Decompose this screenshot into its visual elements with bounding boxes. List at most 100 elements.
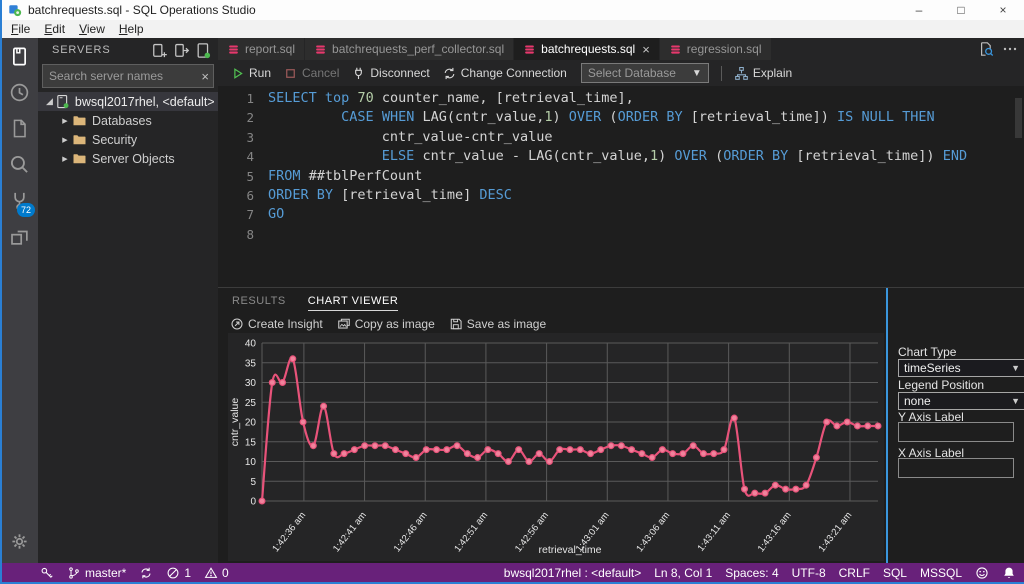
chart-data-point <box>413 455 419 461</box>
editor-scrollbar[interactable] <box>1015 98 1022 138</box>
status-label: Ln 8, Col 1 <box>654 566 712 580</box>
chart-data-point <box>608 443 614 449</box>
expand-icon[interactable]: ▶ <box>60 155 70 163</box>
menu-help[interactable]: Help <box>112 22 151 36</box>
activity-task-history-icon[interactable] <box>0 74 38 110</box>
status-warning-icon[interactable]: 0 <box>204 566 229 580</box>
status-key-icon[interactable] <box>40 566 54 580</box>
copy-as-image-button[interactable]: Copy as image <box>337 317 435 331</box>
chart-data-point <box>464 451 470 457</box>
run-button[interactable]: Run <box>230 66 271 81</box>
search-input[interactable] <box>47 68 201 84</box>
chart-data-point <box>444 447 450 453</box>
legend-position-select[interactable]: none▼ <box>898 392 1024 410</box>
select-database-dropdown[interactable]: Select Database▼ <box>581 63 709 83</box>
menu-edit[interactable]: Edit <box>37 22 72 36</box>
status-ln-8-col-1[interactable]: Ln 8, Col 1 <box>654 566 712 580</box>
maximize-button[interactable]: □ <box>940 0 982 20</box>
clear-search-icon[interactable]: × <box>201 69 209 84</box>
activity-connections-icon[interactable] <box>0 38 38 74</box>
save-as-image-button[interactable]: Save as image <box>449 317 546 331</box>
tab-batchrequests.sql[interactable]: batchrequests.sql× <box>514 38 660 60</box>
tree-item-label: Databases <box>92 114 152 128</box>
new-connection-icon[interactable] <box>151 42 168 59</box>
status-crlf[interactable]: CRLF <box>839 566 870 580</box>
code-line[interactable]: 7GO <box>218 205 1024 224</box>
activity-extensions-icon[interactable] <box>0 218 38 254</box>
smiley-icon <box>975 566 989 580</box>
close-tab-icon[interactable]: × <box>642 43 650 56</box>
code-line[interactable]: 3 cntr_value-cntr_value <box>218 128 1024 147</box>
tree-item-bwsql2017rhel-default-sa[interactable]: ◢bwsql2017rhel, <default> (sa) <box>38 92 218 111</box>
panel-tab-results[interactable]: RESULTS <box>232 295 286 311</box>
chart-type-label: Chart Type <box>898 345 956 359</box>
expand-icon[interactable]: ▶ <box>60 117 70 125</box>
tab-regression.sql[interactable]: regression.sql <box>660 38 772 60</box>
status-label: 0 <box>222 566 229 580</box>
disconnect-button[interactable]: Disconnect <box>351 66 429 81</box>
create-insight-button[interactable]: Create Insight <box>230 317 323 331</box>
code-line[interactable]: 2 CASE WHEN LAG(cntr_value,1) OVER (ORDE… <box>218 108 1024 127</box>
panel-sash[interactable] <box>886 288 888 564</box>
code-line[interactable]: 5FROM ##tblPerfCount <box>218 167 1024 186</box>
chart-data-point <box>516 447 522 453</box>
tab-report.sql[interactable]: report.sql <box>218 38 305 60</box>
activity-explorer-icon[interactable] <box>0 110 38 146</box>
status-error-icon[interactable]: 1 <box>166 566 191 580</box>
results-panel-tabs: RESULTS CHART VIEWER <box>232 295 420 311</box>
minimize-button[interactable]: – <box>898 0 940 20</box>
tree-item-security[interactable]: ▶Security <box>38 130 218 149</box>
chart-series-line <box>262 358 878 501</box>
code-text: CASE WHEN LAG(cntr_value,1) OVER (ORDER … <box>268 108 935 127</box>
code-editor[interactable]: 1SELECT top 70 counter_name, [retrieval_… <box>218 86 1024 287</box>
status-sql[interactable]: SQL <box>883 566 907 580</box>
code-line[interactable]: 6ORDER BY [retrieval_time] DESC <box>218 186 1024 205</box>
activity-settings-gear-icon[interactable] <box>0 523 38 559</box>
status-mssql[interactable]: MSSQL <box>920 566 962 580</box>
collapse-icon[interactable]: ◢ <box>46 96 53 107</box>
y-axis-label-input[interactable] <box>898 422 1014 442</box>
tab-batchrequests_perf_collector.sql[interactable]: batchrequests_perf_collector.sql <box>305 38 514 60</box>
close-button[interactable]: × <box>982 0 1024 20</box>
code-text: SELECT top 70 counter_name, [retrieval_t… <box>268 89 634 108</box>
activity-source-control-icon[interactable]: 72 <box>0 182 38 218</box>
code-line[interactable]: 4 ELSE cntr_value - LAG(cntr_value,1) OV… <box>218 147 1024 166</box>
cancel-button[interactable]: Cancel <box>283 66 339 81</box>
panel-tab-chart-viewer[interactable]: CHART VIEWER <box>308 295 399 311</box>
chart-data-point <box>660 447 666 453</box>
chart-data-point <box>290 356 296 362</box>
explain-button[interactable]: Explain <box>734 66 792 81</box>
status-bell-icon[interactable] <box>1002 566 1016 580</box>
expand-icon[interactable]: ▶ <box>60 136 70 144</box>
server-search-box: × <box>42 64 214 88</box>
chart-data-point <box>762 490 768 496</box>
active-connections-icon[interactable] <box>195 42 212 59</box>
status-branch-icon[interactable]: master* <box>67 566 126 580</box>
chart-data-point <box>814 455 820 461</box>
chart-data-point <box>280 380 286 386</box>
status-utf-8[interactable]: UTF-8 <box>792 566 826 580</box>
tree-item-server-objects[interactable]: ▶Server Objects <box>38 149 218 168</box>
activity-search-icon[interactable] <box>0 146 38 182</box>
line-number: 7 <box>218 205 263 224</box>
key-icon <box>40 566 54 580</box>
chart-type-select[interactable]: timeSeries▼ <box>898 359 1024 377</box>
tree-item-databases[interactable]: ▶ Databases <box>38 111 218 130</box>
menu-view[interactable]: View <box>72 22 112 36</box>
status-bwsql2017rhel-default[interactable]: bwsql2017rhel : <default> <box>504 566 641 580</box>
sync-icon <box>139 566 153 580</box>
more-actions-icon[interactable] <box>1002 41 1018 57</box>
status-sync-icon[interactable] <box>139 566 153 580</box>
status-smiley-icon[interactable] <box>975 566 989 580</box>
menu-file[interactable]: File <box>4 22 37 36</box>
chart-actions: Create Insight Copy as image Save as image <box>230 317 560 331</box>
sidebar-header: SERVERS <box>38 38 218 62</box>
x-axis-label-input[interactable] <box>898 458 1014 478</box>
status-label: MSSQL <box>920 566 962 580</box>
status-spaces-4[interactable]: Spaces: 4 <box>725 566 778 580</box>
preview-icon[interactable] <box>978 41 994 57</box>
code-line[interactable]: 1SELECT top 70 counter_name, [retrieval_… <box>218 89 1024 108</box>
change-connection-button[interactable]: Change Connection <box>442 66 567 81</box>
new-server-group-icon[interactable] <box>173 42 190 59</box>
code-line[interactable]: 8 <box>218 225 1024 244</box>
